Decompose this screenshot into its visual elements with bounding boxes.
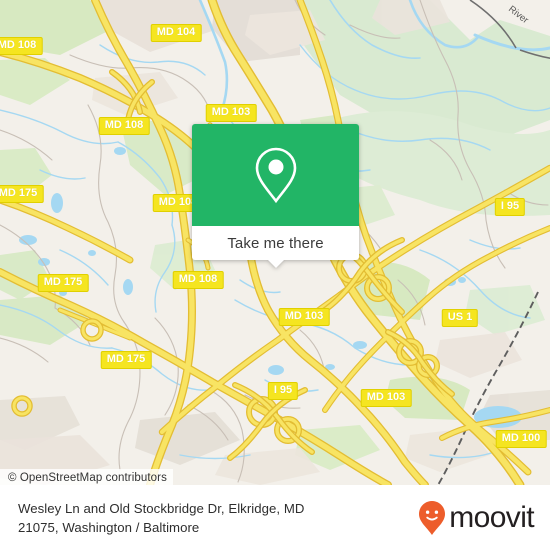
highway-shield: MD 103	[278, 308, 330, 326]
footer-bar: Wesley Ln and Old Stockbridge Dr, Elkrid…	[0, 485, 550, 550]
take-me-there-label: Take me there	[227, 234, 324, 252]
highway-shield: US 1	[441, 309, 479, 327]
highway-shield: I 95	[494, 198, 526, 216]
location-pin-icon	[255, 147, 296, 204]
destination-popup[interactable]: Take me there	[192, 124, 359, 268]
popup-tail	[266, 259, 285, 268]
highway-shield-label: I 95	[500, 200, 520, 212]
highway-shield: MD 103	[205, 104, 257, 122]
highway-shield: MD 175	[0, 185, 44, 203]
address-line-2: 21075, Washington / Baltimore	[18, 519, 200, 535]
highway-shield-label: MD 175	[106, 353, 146, 365]
highway-shield-label: I 95	[273, 384, 293, 396]
location-address: Wesley Ln and Old Stockbridge Dr, Elkrid…	[18, 499, 304, 537]
highway-shield: MD 103	[360, 389, 412, 407]
highway-shield-label: MD 103	[284, 310, 324, 322]
highway-shield-label: MD 108	[104, 119, 144, 131]
highway-shield: MD 108	[0, 37, 43, 55]
moovit-map-screen: .rdcase { fill:none; stroke:#e3bd33; str…	[0, 0, 550, 550]
highway-shield-label: MD 100	[501, 432, 541, 444]
highway-shield-label: MD 103	[366, 391, 406, 403]
highway-shield-label: MD 175	[43, 276, 83, 288]
highway-shield: MD 100	[495, 430, 547, 448]
highway-shield-label: MD 175	[0, 187, 38, 199]
map-attribution: © OpenStreetMap contributors	[0, 469, 173, 485]
highway-shield-label: US 1	[447, 311, 473, 323]
highway-shield: MD 108	[98, 117, 150, 135]
highway-shield-label: MD 108	[178, 273, 218, 285]
highway-shield: MD 104	[150, 24, 202, 42]
moovit-smiley-pin-icon	[419, 500, 446, 535]
address-line-1: Wesley Ln and Old Stockbridge Dr, Elkrid…	[18, 500, 305, 516]
moovit-logo[interactable]: moovit	[418, 500, 535, 536]
highway-shield: I 95	[267, 382, 299, 400]
highway-shield: MD 175	[100, 351, 152, 369]
highway-shield-label: MD 104	[156, 26, 196, 38]
moovit-wordmark: moovit	[449, 500, 534, 534]
highway-shield: MD 175	[37, 274, 89, 292]
highway-shield: MD 108	[172, 271, 224, 289]
popup-header	[192, 124, 359, 226]
popup-footer[interactable]: Take me there	[192, 226, 359, 268]
highway-shield-label: MD 108	[0, 39, 37, 51]
highway-shield-label: MD 103	[211, 106, 251, 118]
